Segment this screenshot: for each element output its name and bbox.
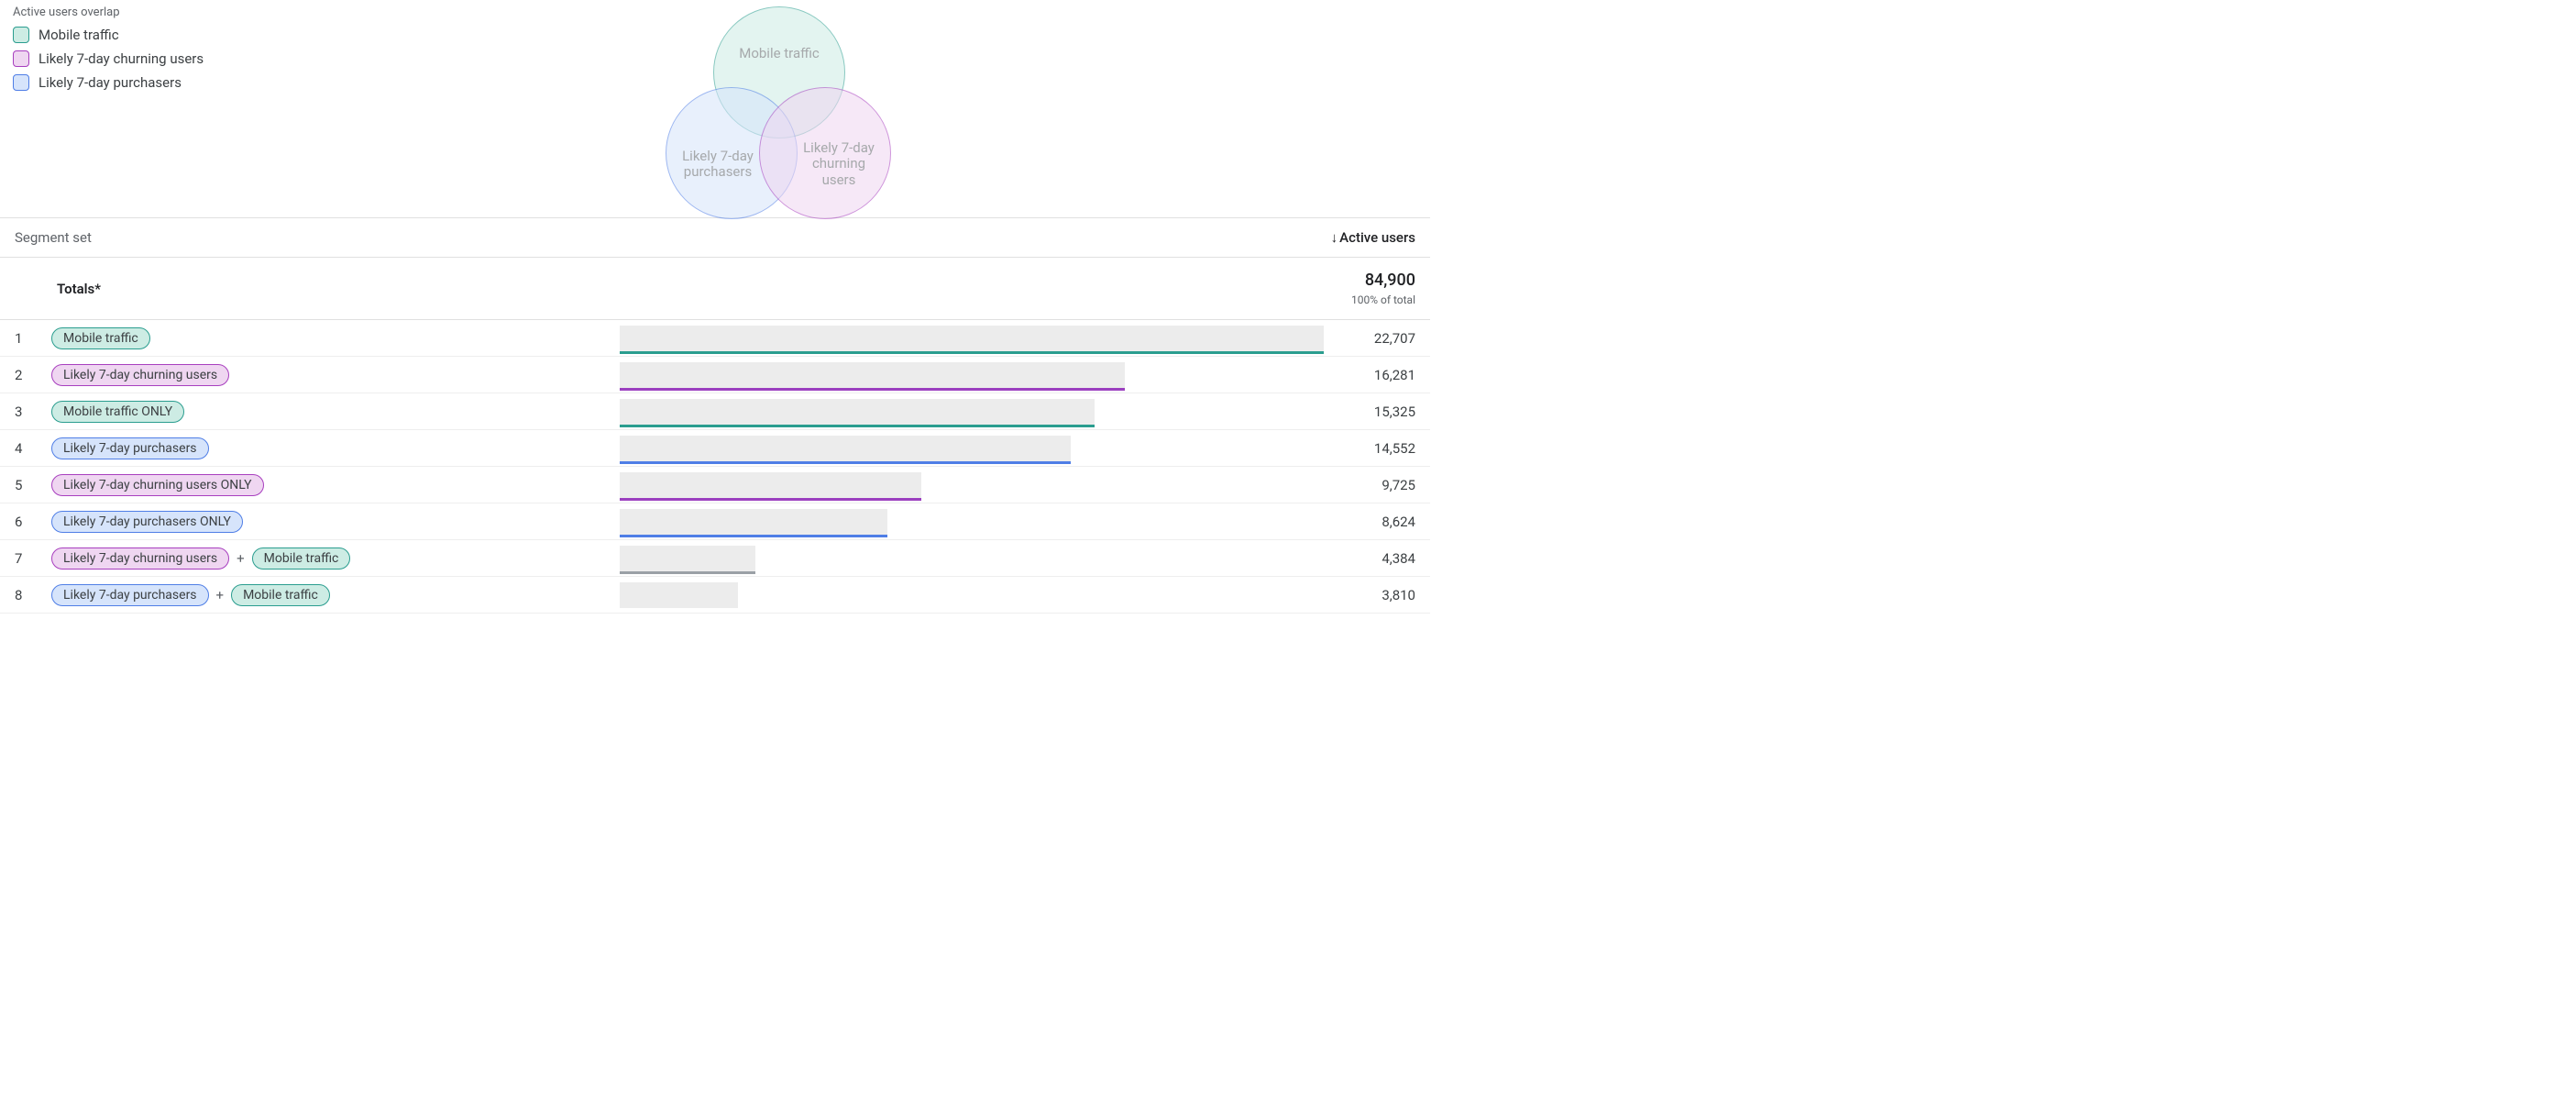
bar-cell: 16,281: [620, 357, 1415, 393]
segment-chips: Likely 7-day churning users ONLY: [51, 474, 620, 496]
bar-underline: [620, 388, 1125, 391]
bar-fill: [620, 399, 1095, 425]
bar-underline: [620, 461, 1071, 464]
bar-fill: [620, 546, 755, 571]
plus-icon: +: [216, 587, 225, 603]
table-row[interactable]: 2Likely 7-day churning users 16,281: [0, 357, 1430, 393]
segment-chips: Likely 7-day churning users + Mobile traff…: [51, 547, 620, 570]
row-index: 1: [15, 330, 51, 347]
segment-chips: Likely 7-day purchasers ONLY: [51, 511, 620, 533]
segment-chip[interactable]: Likely 7-day churning users ONLY: [51, 474, 264, 496]
bar-fill: [620, 509, 887, 535]
segment-chip[interactable]: Mobile traffic ONLY: [51, 401, 184, 423]
row-value: 14,552: [1374, 440, 1415, 457]
bar-cell: 15,325: [620, 393, 1415, 429]
column-header-segment[interactable]: Segment set: [15, 229, 620, 246]
bar-cell: 14,552: [620, 430, 1415, 466]
segment-chip[interactable]: Likely 7-day purchasers: [51, 437, 209, 459]
row-index: 3: [15, 404, 51, 420]
table-header: Segment set ↓Active users: [0, 217, 1430, 258]
venn-diagram: Mobile traffic Likely 7-day purchasers L…: [0, 6, 1430, 217]
segment-chip[interactable]: Mobile traffic: [252, 547, 351, 570]
segment-chips: Mobile traffic ONLY: [51, 401, 620, 423]
bar-underline: [620, 571, 755, 574]
bar-cell: 4,384: [620, 540, 1415, 576]
totals-value: 84,900: [620, 271, 1415, 290]
segment-chips: Likely 7-day churning users: [51, 364, 620, 386]
bar-cell: 22,707: [620, 320, 1415, 356]
column-header-label: Active users: [1339, 229, 1415, 246]
segment-chip[interactable]: Likely 7-day purchasers: [51, 584, 209, 606]
table-row[interactable]: 8Likely 7-day purchasers + Mobile traffic 3…: [0, 577, 1430, 614]
row-index: 2: [15, 367, 51, 383]
table-row[interactable]: 1Mobile traffic 22,707: [0, 320, 1430, 357]
bar-fill: [620, 472, 921, 498]
venn-label: Likely 7-day churning users: [798, 140, 880, 188]
table-row[interactable]: 4Likely 7-day purchasers 14,552: [0, 430, 1430, 467]
row-value: 22,707: [1374, 330, 1415, 347]
row-index: 8: [15, 587, 51, 603]
venn-circle-churning[interactable]: Likely 7-day churning users: [759, 87, 891, 219]
bar-fill: [620, 326, 1324, 351]
table-row[interactable]: 5Likely 7-day churning users ONLY 9,725: [0, 467, 1430, 503]
segment-chip[interactable]: Likely 7-day churning users: [51, 364, 229, 386]
bar-cell: 9,725: [620, 467, 1415, 503]
row-value: 15,325: [1374, 404, 1415, 420]
venn-label: Mobile traffic: [739, 46, 820, 61]
segment-chip[interactable]: Likely 7-day purchasers ONLY: [51, 511, 243, 533]
segment-chip[interactable]: Likely 7-day churning users: [51, 547, 229, 570]
table-row[interactable]: 7Likely 7-day churning users + Mobile traf…: [0, 540, 1430, 577]
bar-cell: 3,810: [620, 577, 1415, 613]
bar-underline: [620, 351, 1324, 354]
row-index: 7: [15, 550, 51, 567]
segment-chip[interactable]: Mobile traffic: [231, 584, 330, 606]
row-value: 8,624: [1382, 514, 1415, 530]
row-index: 4: [15, 440, 51, 457]
bar-fill: [620, 362, 1125, 388]
row-index: 6: [15, 514, 51, 530]
row-value: 4,384: [1382, 550, 1415, 567]
bar-underline: [620, 425, 1095, 427]
column-header-active-users[interactable]: ↓Active users: [620, 229, 1415, 246]
venn-label: Likely 7-day purchasers: [677, 149, 759, 181]
table-row[interactable]: 6Likely 7-day purchasers ONLY 8,624: [0, 503, 1430, 540]
totals-row: Totals* 84,900 100% of total: [0, 258, 1430, 320]
segment-chip[interactable]: Mobile traffic: [51, 327, 150, 349]
sort-arrow-icon: ↓: [1331, 229, 1338, 246]
bar-cell: 8,624: [620, 503, 1415, 539]
totals-label: Totals*: [15, 281, 620, 297]
row-value: 16,281: [1374, 367, 1415, 383]
row-index: 5: [15, 477, 51, 493]
plus-icon: +: [237, 550, 245, 567]
bar-underline: [620, 535, 887, 537]
bar-fill: [620, 582, 738, 608]
bar-underline: [620, 498, 921, 501]
bar-fill: [620, 436, 1071, 461]
totals-subtext: 100% of total: [620, 293, 1415, 306]
segment-chips: Likely 7-day purchasers + Mobile traffic: [51, 584, 620, 606]
row-value: 9,725: [1382, 477, 1415, 493]
row-value: 3,810: [1382, 587, 1415, 603]
segment-chips: Mobile traffic: [51, 327, 620, 349]
table-row[interactable]: 3Mobile traffic ONLY 15,325: [0, 393, 1430, 430]
segment-chips: Likely 7-day purchasers: [51, 437, 620, 459]
